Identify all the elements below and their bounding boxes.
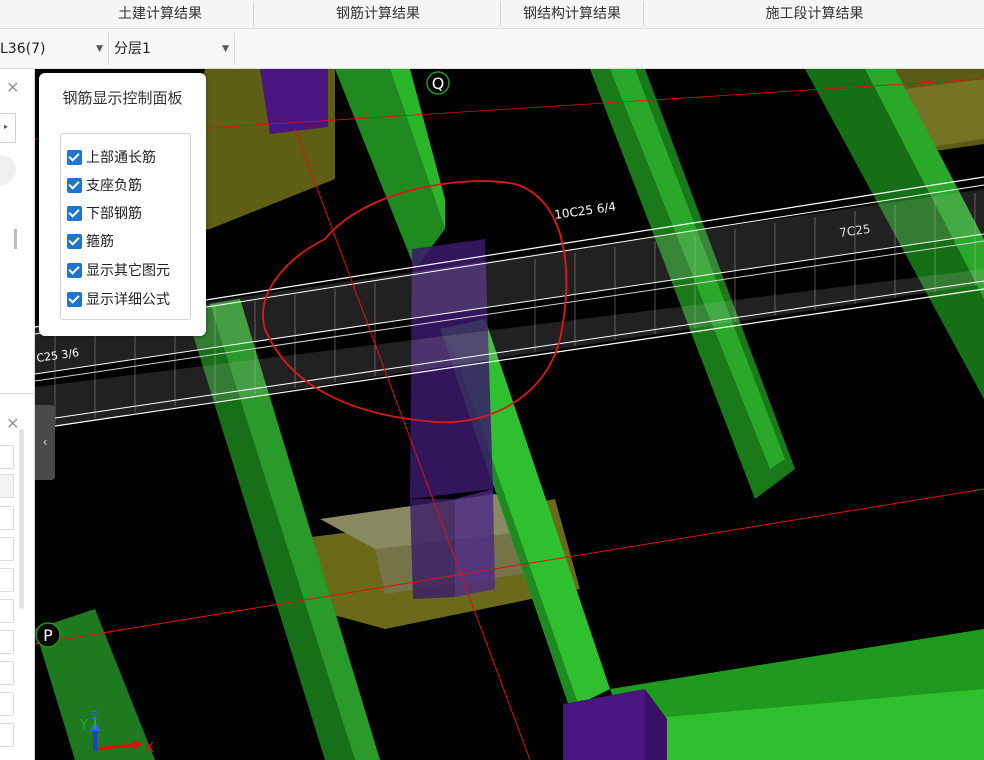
list-item[interactable] [0, 568, 14, 592]
list-item[interactable] [0, 537, 14, 561]
gizmo-y-label: Y [79, 718, 88, 733]
checkbox-checked-icon[interactable] [67, 262, 82, 278]
checkbox-checked-icon[interactable] [67, 205, 82, 221]
tab-construction-results[interactable]: 施工段计算结果 [645, 0, 984, 29]
option-label: 支座负筋 [86, 178, 142, 194]
list-item[interactable] [0, 692, 14, 716]
filter-toolbar: L36(7) ▼ 分层1 ▼ [0, 29, 984, 69]
list-item[interactable] [0, 630, 14, 654]
checkbox-checked-icon[interactable] [67, 149, 82, 165]
toolbar-divider [108, 33, 109, 65]
checkbox-checked-icon[interactable] [67, 291, 82, 307]
tab-divider [253, 2, 254, 26]
option-bottom-rebar[interactable]: 下部钢筋 [67, 202, 142, 224]
list-item[interactable] [0, 599, 14, 623]
option-label: 箍筋 [86, 234, 114, 250]
tab-divider [500, 2, 501, 26]
list-item[interactable] [0, 723, 14, 747]
option-show-other-elements[interactable]: 显示其它图元 [67, 259, 170, 281]
control-panel-options: 上部通长筋 支座负筋 下部钢筋 箍筋 显示其它图元 显示详细公式 [60, 133, 191, 320]
close-icon[interactable]: ✕ [6, 80, 20, 96]
list-item[interactable] [0, 445, 14, 469]
layer-select-value: 分层1 [114, 41, 151, 57]
rebar-display-control-panel: 钢筋显示控制面板 上部通长筋 支座负筋 下部钢筋 箍筋 显示其它图元 显示详细公… [39, 73, 206, 336]
option-label: 上部通长筋 [86, 150, 156, 166]
gizmo-z-label: Z [91, 709, 99, 722]
panel-expand-button[interactable]: ▸ [0, 113, 16, 143]
collapse-panel-handle[interactable]: ‹ [35, 405, 55, 480]
scrollbar-thumb[interactable] [14, 229, 17, 249]
panel-divider [0, 393, 35, 394]
list-item[interactable] [0, 661, 14, 685]
toolbar-divider [234, 33, 235, 65]
checkbox-checked-icon[interactable] [67, 233, 82, 249]
column-purple-lower-face [410, 499, 455, 599]
option-label: 显示其它图元 [86, 263, 170, 279]
option-stirrups[interactable]: 箍筋 [67, 230, 114, 252]
rebar-label-top: 10C25 6/4 [553, 199, 616, 221]
left-side-panel: ✕ ▸ ✕ [0, 69, 35, 760]
checkbox-checked-icon[interactable] [67, 177, 82, 193]
tab-divider [643, 2, 644, 26]
scrollbar-thumb[interactable] [19, 429, 24, 609]
panel-toggle[interactable] [0, 155, 16, 185]
chevron-down-icon: ▼ [96, 44, 103, 54]
control-panel-title: 钢筋显示控制面板 [62, 89, 183, 107]
option-top-continuous-rebar[interactable]: 上部通长筋 [67, 146, 156, 168]
column-purple-lower [455, 489, 495, 597]
member-select[interactable]: L36(7) ▼ [0, 35, 103, 63]
tab-rebar-results[interactable]: 钢筋计算结果 [256, 0, 500, 29]
close-icon[interactable]: ✕ [6, 416, 20, 432]
chevron-right-icon: ▸ [4, 122, 9, 131]
chevron-left-icon: ‹ [42, 435, 48, 449]
member-select-value: L36(7) [0, 41, 46, 57]
axis-label-q: Q [432, 74, 445, 93]
list-item[interactable] [0, 506, 14, 530]
layer-select[interactable]: 分层1 ▼ [114, 35, 229, 63]
result-tabbar: 土建计算结果 钢筋计算结果 钢结构计算结果 施工段计算结果 [0, 0, 984, 29]
list-item[interactable] [0, 474, 14, 498]
gizmo-x-label: X [145, 741, 154, 756]
tab-steel-results[interactable]: 钢结构计算结果 [502, 0, 642, 29]
option-support-negative-rebar[interactable]: 支座负筋 [67, 174, 142, 196]
chevron-down-icon: ▼ [222, 44, 229, 54]
option-show-detailed-formula[interactable]: 显示详细公式 [67, 288, 170, 310]
option-label: 显示详细公式 [86, 292, 170, 308]
option-label: 下部钢筋 [86, 206, 142, 222]
tab-civil-results[interactable]: 土建计算结果 [70, 0, 250, 29]
axis-label-p: P [43, 626, 53, 645]
